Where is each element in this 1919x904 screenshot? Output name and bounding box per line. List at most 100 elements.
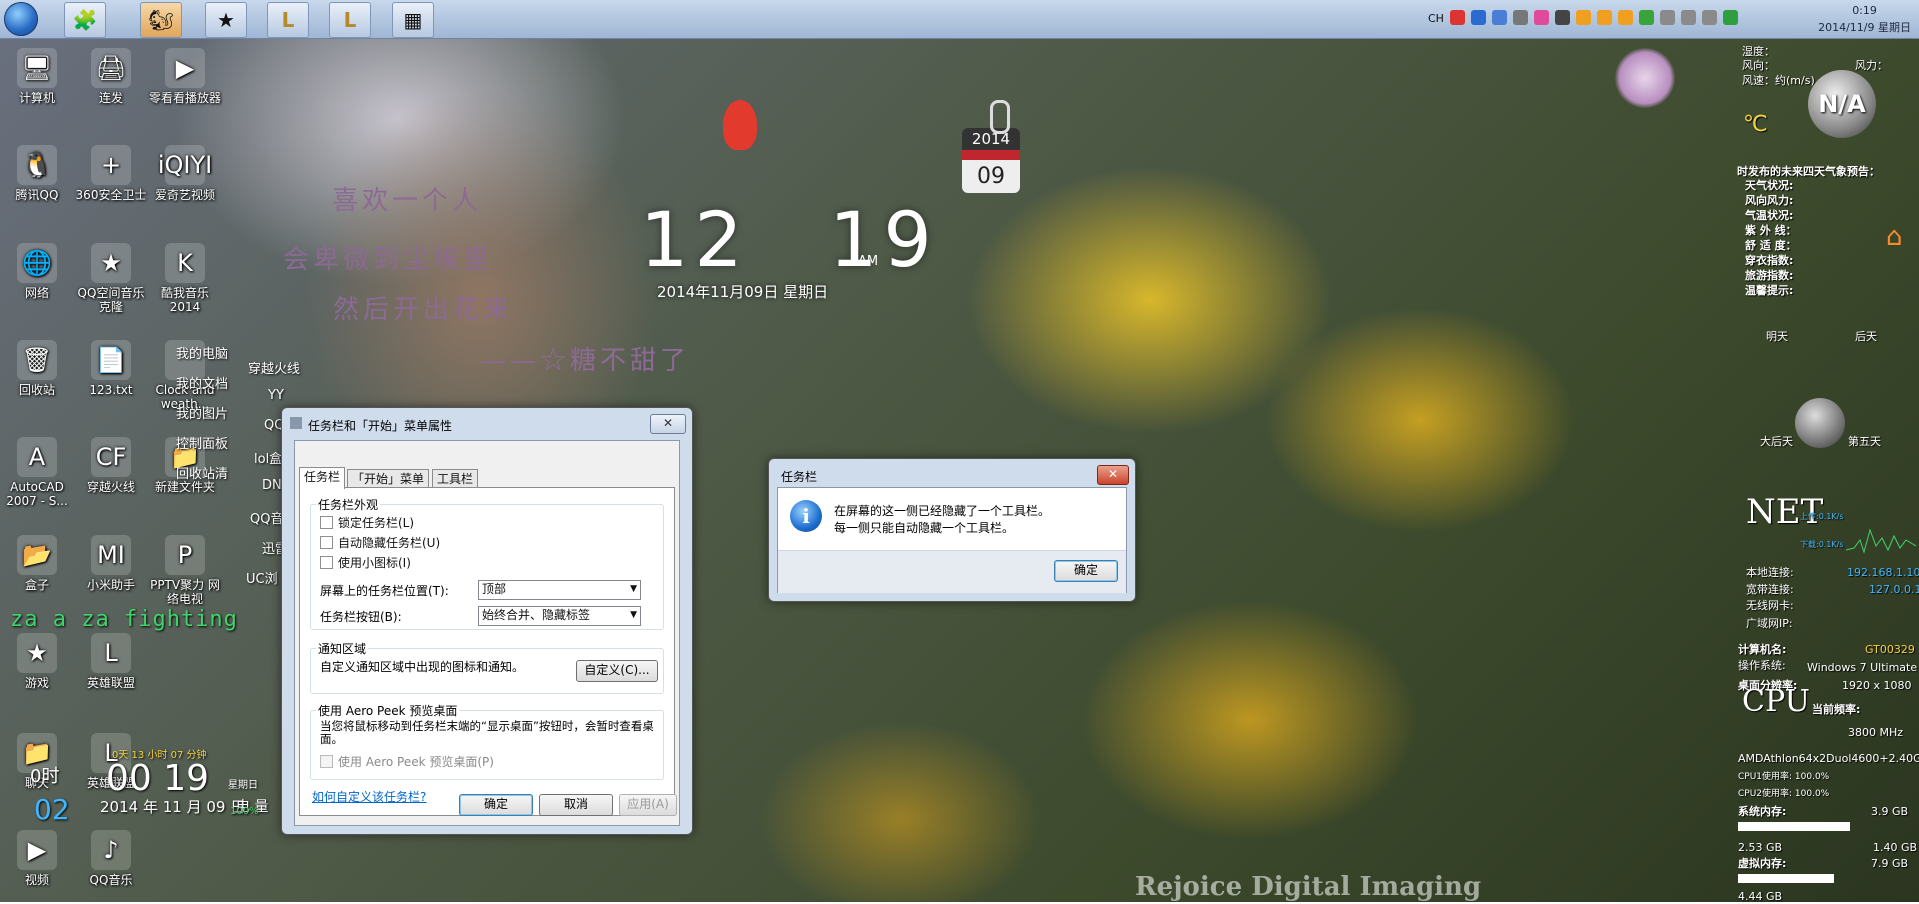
desktop-icon-label: 小米助手 <box>86 578 135 592</box>
language-indicator[interactable]: CH <box>1428 12 1444 25</box>
desktop-icon[interactable]: P PPTV聚力 网络电视 <box>148 535 222 606</box>
desktop-icon[interactable]: K 酷我音乐2014 <box>148 243 222 314</box>
pinned-star-app-icon[interactable]: ★ <box>205 2 247 38</box>
weather-badge[interactable]: N/A <box>1808 70 1876 138</box>
sogou-icon[interactable] <box>1450 10 1465 25</box>
ok-button[interactable]: 确定 <box>459 794 533 816</box>
launcher-item[interactable]: DN <box>262 478 282 493</box>
weather-wind-force: 风力： <box>1855 59 1888 72</box>
input-tool-icon[interactable] <box>1492 10 1507 25</box>
desktop-icon[interactable]: iQIYI 爱奇艺视频 <box>148 145 222 202</box>
folder-shortcut[interactable]: 我的文档 <box>176 373 228 392</box>
desktop-icon-label: QQ空间音乐克隆 <box>77 286 145 314</box>
tab-start-menu[interactable]: 「开始」菜单 <box>347 469 430 488</box>
folder-shortcut[interactable]: 我的电脑 <box>176 343 228 362</box>
buttons-label: 任务栏按钮(B): <box>320 610 402 624</box>
desktop-icon[interactable]: ▶ 零看看播放器 <box>148 48 222 105</box>
desktop-icon[interactable]: 📄 123.txt <box>74 340 148 397</box>
app-icon: CF <box>91 437 131 477</box>
cancel-button[interactable]: 取消 <box>539 794 613 816</box>
desktop-icon-label: 123.txt <box>89 383 133 397</box>
help-link[interactable]: 如何自定义该任务栏? <box>312 788 426 805</box>
desktop-icon[interactable]: 🌐 网络 <box>0 243 74 300</box>
app-icon: 🗑 <box>17 340 57 380</box>
peek-checkbox[interactable]: 使用 Aero Peek 预览桌面(P) <box>320 753 494 770</box>
apply-button[interactable]: 应用(A) <box>619 794 677 816</box>
net-wan-label: 广域网IP: <box>1746 617 1793 630</box>
tab-toolbars[interactable]: 工具栏 <box>432 469 479 488</box>
security-tray-icon[interactable] <box>1639 10 1654 25</box>
lol-task-button[interactable]: L <box>267 2 309 38</box>
folder-shortcut[interactable]: 回收站清 <box>176 463 228 482</box>
qq-tray-icon[interactable] <box>1576 10 1591 25</box>
folder-shortcut[interactable]: 控制面板 <box>176 433 228 452</box>
autohide-label: 自动隐藏任务栏(U) <box>338 536 441 550</box>
network-tray-icon[interactable] <box>1660 10 1675 25</box>
desktop-icon[interactable]: 🗑 回收站 <box>0 340 74 397</box>
lock-taskbar-checkbox[interactable]: 锁定任务栏(L) <box>320 514 414 531</box>
taskbar-clock[interactable]: 0:19 2014/11/9 星期日 <box>1818 2 1911 36</box>
message-dialog-title: 任务栏 <box>781 470 818 484</box>
desktop-icon[interactable]: ♪ QQ音乐 <box>74 830 148 887</box>
clock-tray-icon[interactable] <box>1555 10 1570 25</box>
start-button[interactable] <box>4 2 38 36</box>
desktop-icon[interactable]: ▶ 视频 <box>0 830 74 887</box>
launcher-item[interactable]: QQ音 <box>250 508 283 527</box>
desktop-icon[interactable]: A AutoCAD 2007 - S... <box>0 437 74 508</box>
close-button[interactable]: ✕ <box>1097 465 1129 485</box>
customize-button[interactable]: 自定义(C)... <box>576 660 658 682</box>
app-icon: L <box>91 633 131 673</box>
folder-shortcut[interactable]: 我的图片 <box>176 403 228 422</box>
position-select[interactable]: 顶部 ▼ <box>478 580 641 600</box>
desktop-icon[interactable]: ★ QQ空间音乐克隆 <box>74 243 148 314</box>
big-clock-date: 2014年11月09日 星期日 <box>657 283 829 301</box>
lol-client-task-button[interactable]: L <box>329 2 371 38</box>
app-icon: 📂 <box>17 535 57 575</box>
autohide-checkbox[interactable]: 自动隐藏任务栏(U) <box>320 534 440 551</box>
desktop-icon-label: 回收站 <box>18 383 55 397</box>
home-icon[interactable]: ⌂ <box>1886 222 1903 252</box>
cpu2-usage: CPU2使用率: 100.0% <box>1738 789 1830 799</box>
cpu-freq-value: 3800 MHz <box>1848 726 1904 739</box>
close-button[interactable]: ✕ <box>650 414 686 434</box>
desktop-icon-label: QQ音乐 <box>89 873 133 887</box>
launcher-item[interactable]: lol盒 <box>254 448 282 467</box>
tab-taskbar[interactable]: 任务栏 <box>299 467 346 489</box>
desktop-icon[interactable]: 🐧 腾讯QQ <box>0 145 74 202</box>
poem-line: 然后开出花来 <box>333 295 514 325</box>
desktop-icon-label: 零看看播放器 <box>148 91 221 105</box>
buttons-select[interactable]: 始终合并、隐藏标签 ▼ <box>478 606 641 626</box>
tray-app-icon[interactable] <box>1681 10 1696 25</box>
peek-group-label: 使用 Aero Peek 预览桌面 <box>316 702 460 719</box>
taskbar-message-dialog: 任务栏 ✕ i 在屏幕的这一侧已经隐藏了一个工具栏。 每一侧只能自动隐藏一个工具… <box>768 458 1136 602</box>
calendar-gadget[interactable]: 2014 09 <box>962 128 1020 220</box>
desktop-icon[interactable]: 🖥 计算机 <box>0 48 74 105</box>
forecast-row: 舒 适 度： <box>1745 239 1797 252</box>
chevron-down-icon[interactable] <box>1513 10 1528 25</box>
qq-tray-icon-3[interactable] <box>1618 10 1633 25</box>
app-tray-icon[interactable] <box>1534 10 1549 25</box>
launcher-item[interactable]: YY <box>268 388 284 403</box>
desktop-icon[interactable]: ★ 游戏 <box>0 633 74 690</box>
cpu1-usage: CPU1使用率: 100.0% <box>1738 772 1830 782</box>
uc-browser-task-button[interactable]: 🐿 <box>140 2 182 38</box>
desktop-icon[interactable]: MI 小米助手 <box>74 535 148 592</box>
forecast-row: 天气状况: <box>1745 179 1794 192</box>
desktop-icon[interactable]: 🖨 连发 <box>74 48 148 105</box>
desktop-icon[interactable]: L 英雄联盟 <box>74 633 148 690</box>
launcher-item[interactable]: UC浏 <box>246 568 278 587</box>
shield-icon[interactable] <box>1723 10 1738 25</box>
system-tool-task-button[interactable]: ▦ <box>392 2 434 38</box>
small-icons-checkbox[interactable]: 使用小图标(I) <box>320 554 411 571</box>
launcher-item[interactable]: 穿越火线 <box>248 358 300 377</box>
help-icon[interactable] <box>1471 10 1486 25</box>
desktop-icon[interactable]: +360安全卫士 <box>74 145 148 202</box>
desktop-icon[interactable]: CF 穿越火线 <box>74 437 148 494</box>
overlay-slogan: za a za fighting <box>10 607 238 632</box>
qq-tray-icon-2[interactable] <box>1597 10 1612 25</box>
pinned-app-icon[interactable]: 🧩 <box>64 2 106 38</box>
volume-icon[interactable] <box>1702 10 1717 25</box>
message-ok-button[interactable]: 确定 <box>1054 560 1118 582</box>
desktop-icon[interactable]: 📂 盒子 <box>0 535 74 592</box>
net-broadband-value: 127.0.0.1 <box>1869 583 1919 596</box>
